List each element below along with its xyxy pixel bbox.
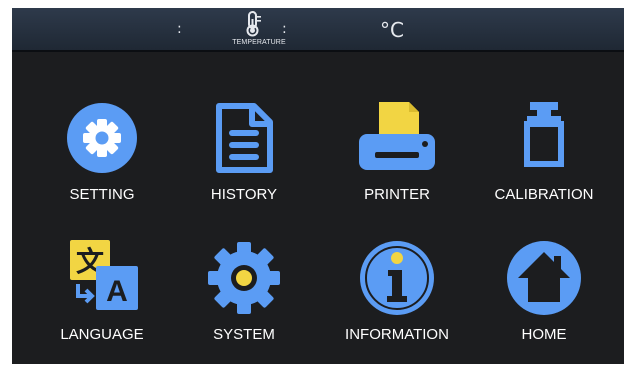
- menu-label: SYSTEM: [213, 326, 275, 343]
- menu-system[interactable]: SYSTEM: [169, 233, 319, 363]
- status-separator: :: [177, 21, 182, 37]
- translate-icon: 文 A: [70, 240, 138, 310]
- menu-calibration[interactable]: CALIBRATION: [469, 93, 619, 223]
- menu-language[interactable]: 文 A LANGUAGE: [27, 233, 177, 363]
- menu-printer[interactable]: PRINTER: [322, 93, 472, 223]
- weight-icon: [524, 102, 564, 167]
- home-icon: [507, 241, 581, 315]
- printer-icon: [359, 102, 435, 170]
- temperature-label: TEMPERATURE: [232, 39, 286, 46]
- menu-label: HOME: [521, 326, 567, 343]
- menu-label: SETTING: [69, 186, 135, 203]
- menu-label: CALIBRATION: [494, 186, 594, 203]
- menu-label: PRINTER: [364, 186, 430, 203]
- thermometer-icon: [246, 11, 261, 37]
- menu-label: INFORMATION: [345, 326, 449, 343]
- document-icon: [216, 103, 273, 173]
- menu-history[interactable]: HISTORY: [169, 93, 319, 223]
- menu-home[interactable]: HOME: [469, 233, 619, 363]
- menu-label: HISTORY: [210, 186, 278, 203]
- status-bar: : TEMPERATURE : °C: [12, 8, 624, 52]
- status-separator: :: [282, 21, 287, 37]
- menu-setting[interactable]: SETTING: [27, 93, 177, 223]
- device-screen: : TEMPERATURE : °C SETTING HISTORY PRINT…: [12, 8, 624, 364]
- info-icon: [360, 241, 434, 315]
- menu-label: LANGUAGE: [60, 326, 144, 343]
- svg-text:A: A: [106, 275, 128, 308]
- temperature-unit: °C: [380, 18, 404, 42]
- gear-circle-icon: [67, 103, 137, 173]
- menu-information[interactable]: INFORMATION: [322, 233, 472, 363]
- gear-icon: [208, 242, 280, 314]
